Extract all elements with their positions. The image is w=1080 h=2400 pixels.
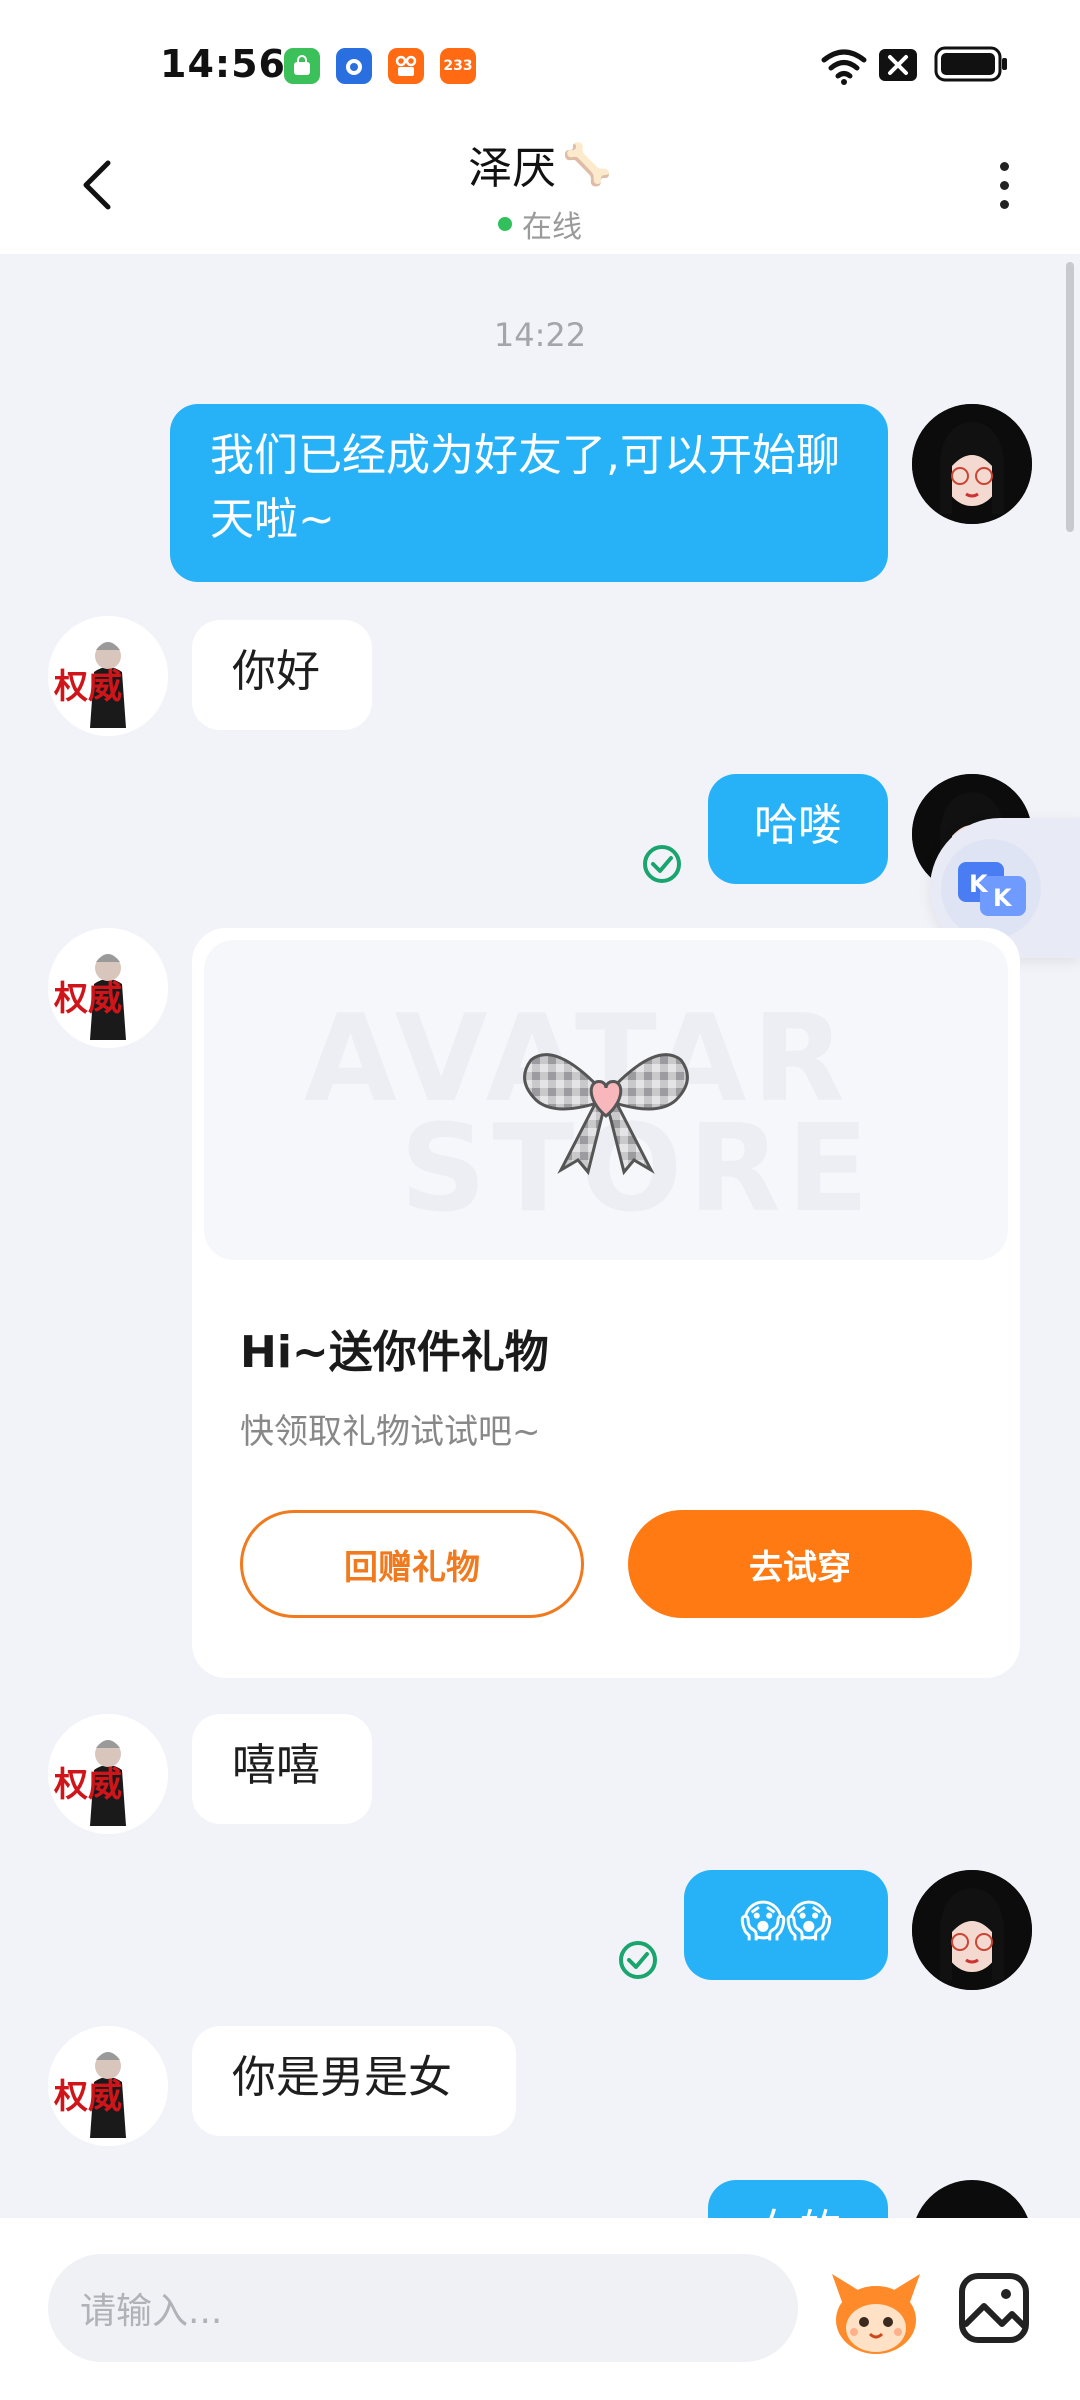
my-message-bubble[interactable]: 我们已经成为好友了,可以开始聊天啦~ <box>170 404 888 582</box>
mascot-icon <box>832 2274 920 2354</box>
gift-title: Hi~送你件礼物 <box>240 1327 549 1378</box>
contact-avatar[interactable]: 权威 <box>48 2026 168 2146</box>
status-bar: 14:56 233 <box>0 0 1080 120</box>
status-time: 14:56 <box>160 42 286 86</box>
read-check-icon <box>642 844 682 884</box>
image-button[interactable] <box>956 2270 1032 2346</box>
read-check-icon <box>618 1940 658 1980</box>
message-timestamp: 14:22 <box>493 316 587 354</box>
contact-name: 泽厌 <box>468 143 557 194</box>
gift-subtitle: 快领取礼物试试吧~ <box>240 1412 541 1452</box>
scrollbar[interactable] <box>1066 262 1074 532</box>
shopping-app-icon <box>284 48 320 84</box>
contact-message-bubble[interactable]: 你好 <box>192 620 372 730</box>
svg-text:权威: 权威 <box>53 667 122 707</box>
input-bar: 请输入... <box>0 2218 1080 2400</box>
contact-message-bubble[interactable]: 你是男是女 <box>192 2026 516 2136</box>
return-gift-button[interactable]: 回赠礼物 <box>240 1510 584 1618</box>
bone-emoji: 🦴 <box>562 141 612 188</box>
try-on-button[interactable]: 去试穿 <box>628 1510 972 1618</box>
back-button[interactable] <box>66 150 126 220</box>
contact-avatar[interactable]: 权威 <box>48 928 168 1048</box>
svg-text:K: K <box>993 884 1013 912</box>
online-dot <box>498 217 512 231</box>
message-input[interactable]: 请输入... <box>48 2254 798 2362</box>
baidu-app-icon <box>336 48 372 84</box>
wifi-icon <box>821 49 867 85</box>
my-avatar[interactable] <box>912 404 1032 524</box>
chevron-left-icon <box>83 160 111 210</box>
gift-card[interactable]: AVATAR STORE Hi~送你件礼物 快领取礼物试试吧~ 回赠礼物 去试穿 <box>192 928 1020 1678</box>
my-avatar[interactable] <box>912 1870 1032 1990</box>
more-options-button[interactable] <box>984 150 1024 220</box>
sim-blocked-icon <box>879 49 917 81</box>
system-indicators <box>820 40 1080 90</box>
contact-message-bubble[interactable]: 嘻嘻 <box>192 1714 372 1824</box>
my-message-bubble[interactable]: 哈喽 <box>708 774 888 884</box>
contact-avatar[interactable]: 权威 <box>48 1714 168 1834</box>
my-message-bubble[interactable]: 😱😱 <box>684 1870 888 1980</box>
mascot-emoji-button[interactable] <box>828 2268 924 2358</box>
contact-info[interactable]: 泽厌 🦴 在线 <box>340 132 740 246</box>
gallery-icon <box>959 2273 1029 2343</box>
battery-icon <box>934 46 1007 82</box>
online-status: 在线 <box>522 210 582 245</box>
bow-icon <box>523 1053 689 1176</box>
svg-text:权威: 权威 <box>53 979 122 1019</box>
svg-text:权威: 权威 <box>53 1765 122 1805</box>
contact-avatar[interactable]: 权威 <box>48 616 168 736</box>
kuaishou-app-icon <box>388 48 424 84</box>
233-app-icon: 233 <box>440 48 476 84</box>
gift-image: AVATAR STORE <box>204 940 1008 1260</box>
chat-header: 泽厌 🦴 在线 <box>0 120 1080 254</box>
svg-text:权威: 权威 <box>53 2077 122 2117</box>
svg-text:K: K <box>969 870 989 898</box>
